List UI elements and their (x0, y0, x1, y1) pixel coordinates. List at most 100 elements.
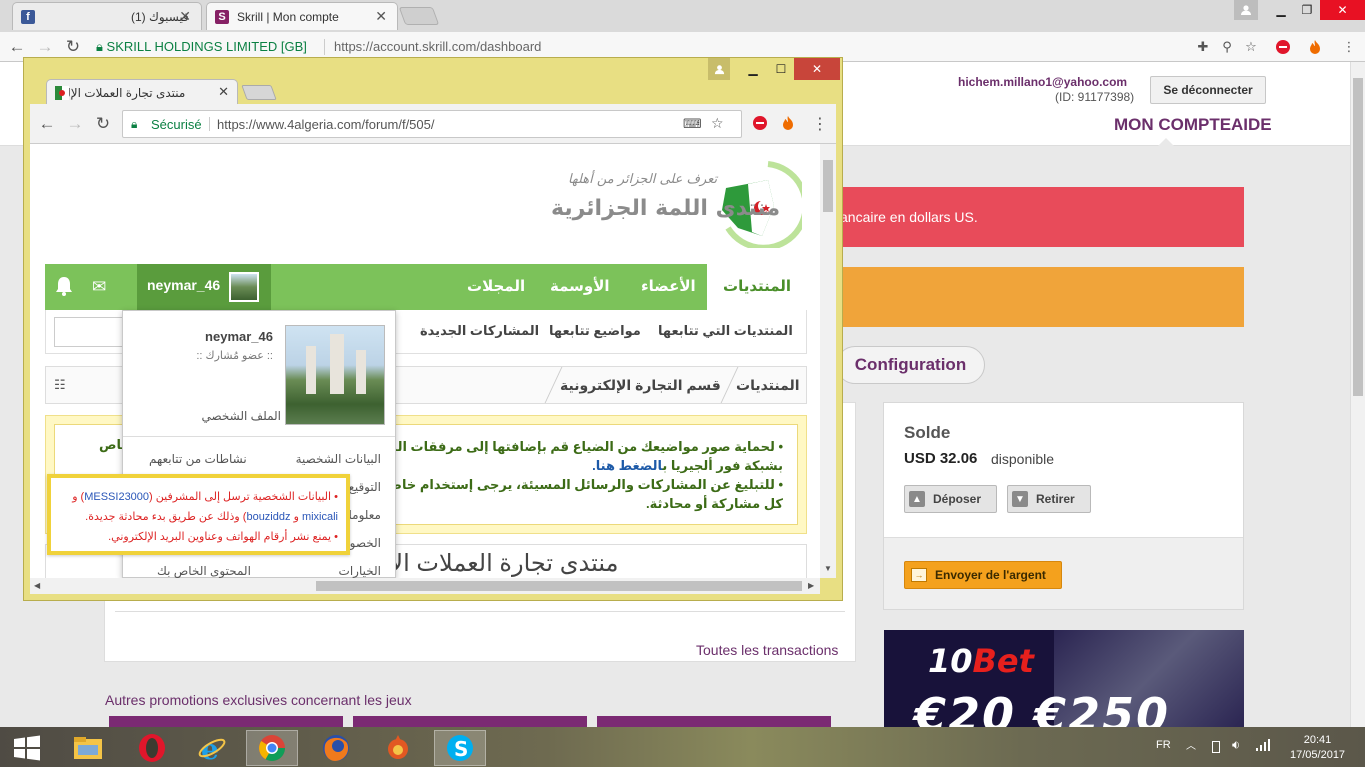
tab-forum[interactable]: منتدى تجارة العملات الإلك ✕ (46, 79, 238, 105)
menu-your-content[interactable]: المحتوى الخاص بك (157, 564, 251, 578)
nav-magazines[interactable]: المجلات (467, 277, 525, 295)
tooltip-line-1: • البيانات الشخصية ترسل إلى المشرفين (ME… (72, 491, 338, 503)
url-text[interactable]: https://account.skrill.com/dashboard (334, 39, 541, 54)
clock[interactable]: 20:41 17/05/2017 (1290, 733, 1345, 763)
scrollbar-thumb[interactable] (1353, 78, 1363, 396)
opera-icon[interactable] (126, 730, 178, 766)
forum-scrollbar[interactable]: ▼ (820, 144, 836, 578)
notice-link[interactable]: الضغط هنا. (592, 458, 662, 473)
search-input[interactable] (54, 317, 124, 347)
tab-skrill[interactable]: S Skrill | Mon compte ✕ (206, 2, 398, 30)
user-avatar[interactable] (285, 325, 385, 425)
all-transactions-link[interactable]: Toutes les transactions (696, 642, 838, 658)
breadcrumb-section[interactable]: قسم التجارة الإلكترونية (560, 377, 721, 394)
deposit-button[interactable]: ▲ Déposer (904, 485, 997, 513)
tab-facebook[interactable]: f (1) فيسبوك ✕ (12, 2, 202, 30)
scrollbar-thumb[interactable] (316, 581, 802, 591)
maximize-button[interactable]: ☐ (768, 58, 794, 80)
dropdown-role: :: عضو مُشارك :: (196, 350, 273, 362)
forward-icon[interactable]: → (34, 36, 56, 58)
bookmark-star-icon[interactable]: ☆ (711, 115, 724, 132)
tray-up-arrow-icon[interactable]: ︿ (1186, 737, 1196, 752)
messages-icon[interactable]: ✉ (92, 277, 106, 297)
menu-dots-icon[interactable]: ⋮ (812, 114, 828, 134)
logout-button[interactable]: Se déconnecter (1150, 76, 1266, 104)
page-scrollbar[interactable] (1350, 62, 1365, 727)
forward-icon[interactable]: → (64, 113, 86, 135)
configuration-button[interactable]: Configuration (836, 346, 985, 384)
language-indicator[interactable]: FR (1156, 739, 1171, 751)
scroll-right-icon[interactable]: ▶ (808, 581, 814, 590)
menu-personal-data[interactable]: البيانات الشخصية (296, 452, 381, 466)
user-menu-toggle[interactable]: neymar_46 (137, 264, 271, 310)
dropdown-profile-link[interactable]: الملف الشخصي (201, 409, 281, 423)
notifications-bell-icon[interactable] (55, 276, 73, 299)
send-money-button[interactable]: → Envoyer de l'argent (904, 561, 1062, 589)
start-button[interactable] (2, 730, 52, 766)
user-email: hichem.millano1@yahoo.com (958, 75, 1128, 89)
close-window-button[interactable]: ✕ (1320, 0, 1365, 20)
secure-label: SKRILL HOLDINGS LIMITED [GB] (106, 39, 307, 54)
internet-explorer-icon[interactable]: e (186, 730, 238, 766)
volume-icon[interactable]: 🔉︎ (1232, 737, 1240, 753)
menu-following-activity[interactable]: نشاطات من تتابعهم (149, 452, 247, 466)
url-text[interactable]: https://www.4algeria.com/forum/f/505/ (217, 117, 434, 132)
back-icon[interactable]: ← (36, 113, 58, 135)
scroll-down-icon[interactable]: ▼ (824, 564, 832, 573)
subnav-new-posts[interactable]: المشاركات الجديدة (420, 323, 539, 339)
secure-indicator[interactable]: 🔒︎ SKRILL HOLDINGS LIMITED [GB] (96, 39, 307, 55)
extension-puzzle-icon[interactable]: ✚ (1194, 38, 1212, 56)
dropdown-username[interactable]: neymar_46 (205, 329, 273, 344)
profile-icon[interactable] (708, 58, 730, 80)
menu-dots-icon[interactable]: ⋮ (1340, 38, 1358, 56)
promotions-title: Autres promotions exclusives concernant … (105, 692, 412, 708)
extension-red-icon[interactable] (1274, 38, 1292, 56)
forum-omnibox[interactable]: 🔒︎ Sécurisé https://www.4algeria.com/for… (122, 110, 742, 138)
close-icon[interactable]: ✕ (179, 8, 191, 25)
forum-hscrollbar[interactable]: ◀ ▶ (30, 578, 820, 594)
nav-members[interactable]: الأعضاء (641, 277, 696, 295)
breadcrumb-forums[interactable]: المنتديات (736, 377, 800, 394)
pin-icon[interactable]: ⚲ (1218, 38, 1236, 56)
withdraw-button[interactable]: ▼ Retirer (1007, 485, 1091, 513)
nav-forums[interactable]: المنتديات (707, 264, 808, 310)
reload-icon[interactable]: ↻ (92, 113, 114, 135)
breadcrumb-separator (531, 367, 563, 403)
nav-badges[interactable]: الأوسمة (550, 277, 610, 295)
firefox-dev-icon[interactable] (372, 730, 424, 766)
menu-options[interactable]: الخيارات (339, 564, 381, 578)
nav-my-account[interactable]: MON COMPTE (1114, 115, 1231, 135)
close-window-button[interactable]: ✕ (794, 58, 840, 80)
minimize-button[interactable]: ▁ (1268, 0, 1294, 20)
reload-icon[interactable]: ↻ (62, 36, 84, 58)
file-explorer-icon[interactable] (62, 730, 114, 766)
subnav-followed-forums[interactable]: المنتديات التي تتابعها (658, 323, 793, 339)
extension-fire-icon[interactable] (1306, 38, 1324, 56)
scroll-left-icon[interactable]: ◀ (34, 581, 40, 590)
personal-data-tooltip: • البيانات الشخصية ترسل إلى المشرفين (ME… (47, 474, 350, 555)
firefox-icon[interactable] (310, 730, 362, 766)
new-tab-button[interactable] (241, 85, 277, 100)
sitemap-icon[interactable]: ☷ (54, 377, 66, 393)
skype-icon[interactable]: S (434, 730, 486, 766)
subnav-followed-topics[interactable]: مواضيع تتابعها (549, 323, 641, 339)
extension-red-icon[interactable] (752, 115, 768, 134)
battery-icon[interactable] (1212, 741, 1220, 753)
close-icon[interactable]: ✕ (375, 8, 387, 25)
minimize-button[interactable]: ▁ (742, 58, 764, 80)
chrome-icon[interactable] (246, 730, 298, 766)
scrollbar-thumb[interactable] (823, 160, 833, 212)
ad-banner[interactable]: 10Bet €20 €250 (884, 630, 1244, 727)
clock-time: 20:41 (1303, 734, 1332, 746)
network-icon[interactable] (1256, 739, 1270, 754)
tab-title: Skrill | Mon compte (237, 9, 339, 24)
nav-help[interactable]: AIDE (1231, 115, 1272, 135)
back-icon[interactable]: ← (6, 36, 28, 58)
new-tab-button[interactable] (398, 7, 440, 25)
extension-fire-icon[interactable] (780, 115, 796, 134)
profile-icon[interactable] (1234, 0, 1258, 20)
translate-icon[interactable]: ⌨ (683, 116, 702, 132)
maximize-button[interactable]: ❐ (1294, 0, 1320, 20)
bookmark-star-icon[interactable]: ☆ (1242, 38, 1260, 56)
close-icon[interactable]: ✕ (218, 84, 229, 100)
